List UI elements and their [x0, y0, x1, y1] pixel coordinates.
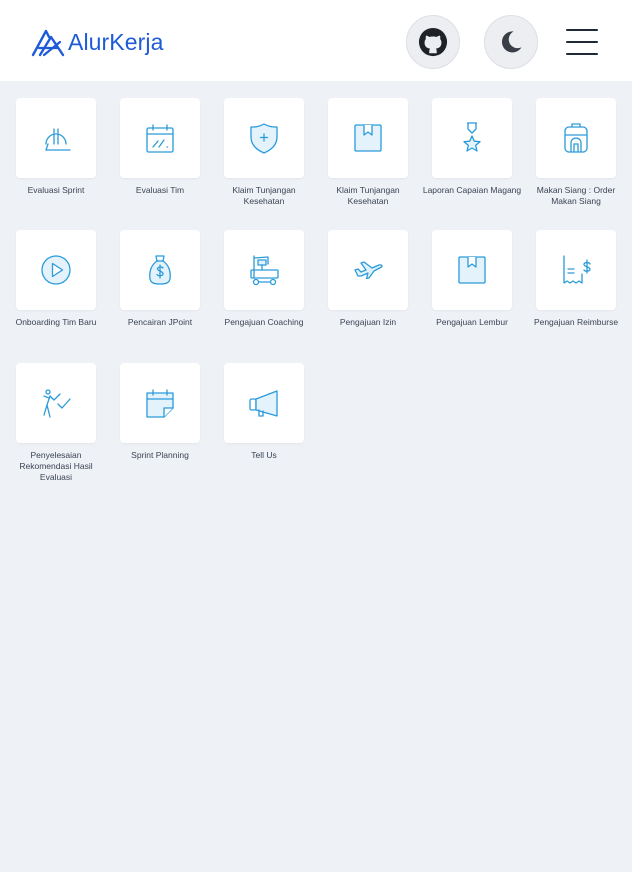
- tile-penyelesaian-rekomendasi[interactable]: Penyelesaian Rekomendasi Hasil Evaluasi: [4, 363, 108, 483]
- money-bag-icon: [149, 255, 171, 285]
- tile-label: Klaim Tunjangan Kesehatan: [232, 185, 296, 206]
- github-icon: [418, 27, 448, 57]
- calendar-chart-icon: [146, 124, 174, 153]
- play-icon: [41, 255, 71, 285]
- tile-label: Pencairan JPoint: [127, 317, 193, 327]
- tile-label: Laporan Capaian Magang: [422, 185, 522, 195]
- github-button[interactable]: [406, 15, 460, 69]
- sprint-icon: [45, 128, 71, 151]
- tile-evaluasi-tim[interactable]: Evaluasi Tim: [108, 98, 212, 196]
- tile-label: Klaim Tunjangan Kesehatan: [336, 185, 400, 206]
- brand-name: AlurKerja: [68, 28, 164, 55]
- shield-plus-icon: [250, 123, 278, 154]
- forklift-icon: [250, 255, 279, 286]
- tile-label: Penyelesaian Rekomendasi Hasil Evaluasi: [19, 450, 93, 482]
- tile-tell-us[interactable]: Tell Us: [212, 363, 316, 461]
- tile-pengajuan-izin[interactable]: Pengajuan Izin: [316, 230, 420, 328]
- tile-label: Pengajuan Reimburse: [533, 317, 619, 327]
- tile-label: Sprint Planning: [131, 450, 189, 460]
- tile-pengajuan-reimburse[interactable]: Pengajuan Reimburse: [524, 230, 628, 328]
- bookmark-box-icon: [354, 124, 382, 152]
- bookmark-box-icon: [458, 256, 486, 284]
- alurkerja-logo-icon: [31, 29, 65, 57]
- tile-evaluasi-sprint[interactable]: Evaluasi Sprint: [4, 98, 108, 196]
- lunchbox-icon: [564, 123, 588, 153]
- tile-sprint-planning[interactable]: Sprint Planning: [108, 363, 212, 461]
- header-bar: AlurKerja: [0, 0, 632, 81]
- tile-label: Makan Siang : Order Makan Siang: [536, 185, 616, 206]
- moon-icon: [501, 31, 522, 53]
- airplane-icon: [354, 261, 383, 280]
- calendar-note-icon: [146, 389, 174, 418]
- tile-label: Evaluasi Sprint: [27, 185, 85, 195]
- tile-pengajuan-coaching[interactable]: Pengajuan Coaching: [212, 230, 316, 328]
- tile-label: Evaluasi Tim: [135, 185, 185, 195]
- megaphone-icon: [249, 390, 278, 417]
- tile-label: Tell Us: [251, 450, 277, 460]
- tile-label: Pengajuan Lembur: [436, 317, 508, 327]
- medal-icon: [463, 122, 481, 152]
- theme-toggle-button[interactable]: [484, 15, 538, 69]
- tile-makan-siang[interactable]: Makan Siang : Order Makan Siang: [524, 98, 628, 207]
- receipt-icon: [563, 255, 591, 284]
- brand-logo[interactable]: AlurKerja: [30, 24, 164, 60]
- tile-klaim-tunjangan-kesehatan-2[interactable]: Klaim Tunjangan Kesehatan: [316, 98, 420, 207]
- tile-label: Pengajuan Coaching: [224, 317, 304, 327]
- tile-label: Pengajuan Izin: [339, 317, 397, 327]
- hamburger-icon: [566, 29, 598, 31]
- tile-klaim-tunjangan-kesehatan-1[interactable]: Klaim Tunjangan Kesehatan: [212, 98, 316, 207]
- tile-onboarding-tim-baru[interactable]: Onboarding Tim Baru: [4, 230, 108, 328]
- tile-pencairan-jpoint[interactable]: Pencairan JPoint: [108, 230, 212, 328]
- tile-pengajuan-lembur[interactable]: Pengajuan Lembur: [420, 230, 524, 328]
- hamburger-menu-button[interactable]: [562, 26, 602, 58]
- tile-label: Onboarding Tim Baru: [15, 317, 97, 327]
- stickman-check-icon: [43, 389, 71, 418]
- tile-laporan-capaian-magang[interactable]: Laporan Capaian Magang: [420, 98, 524, 196]
